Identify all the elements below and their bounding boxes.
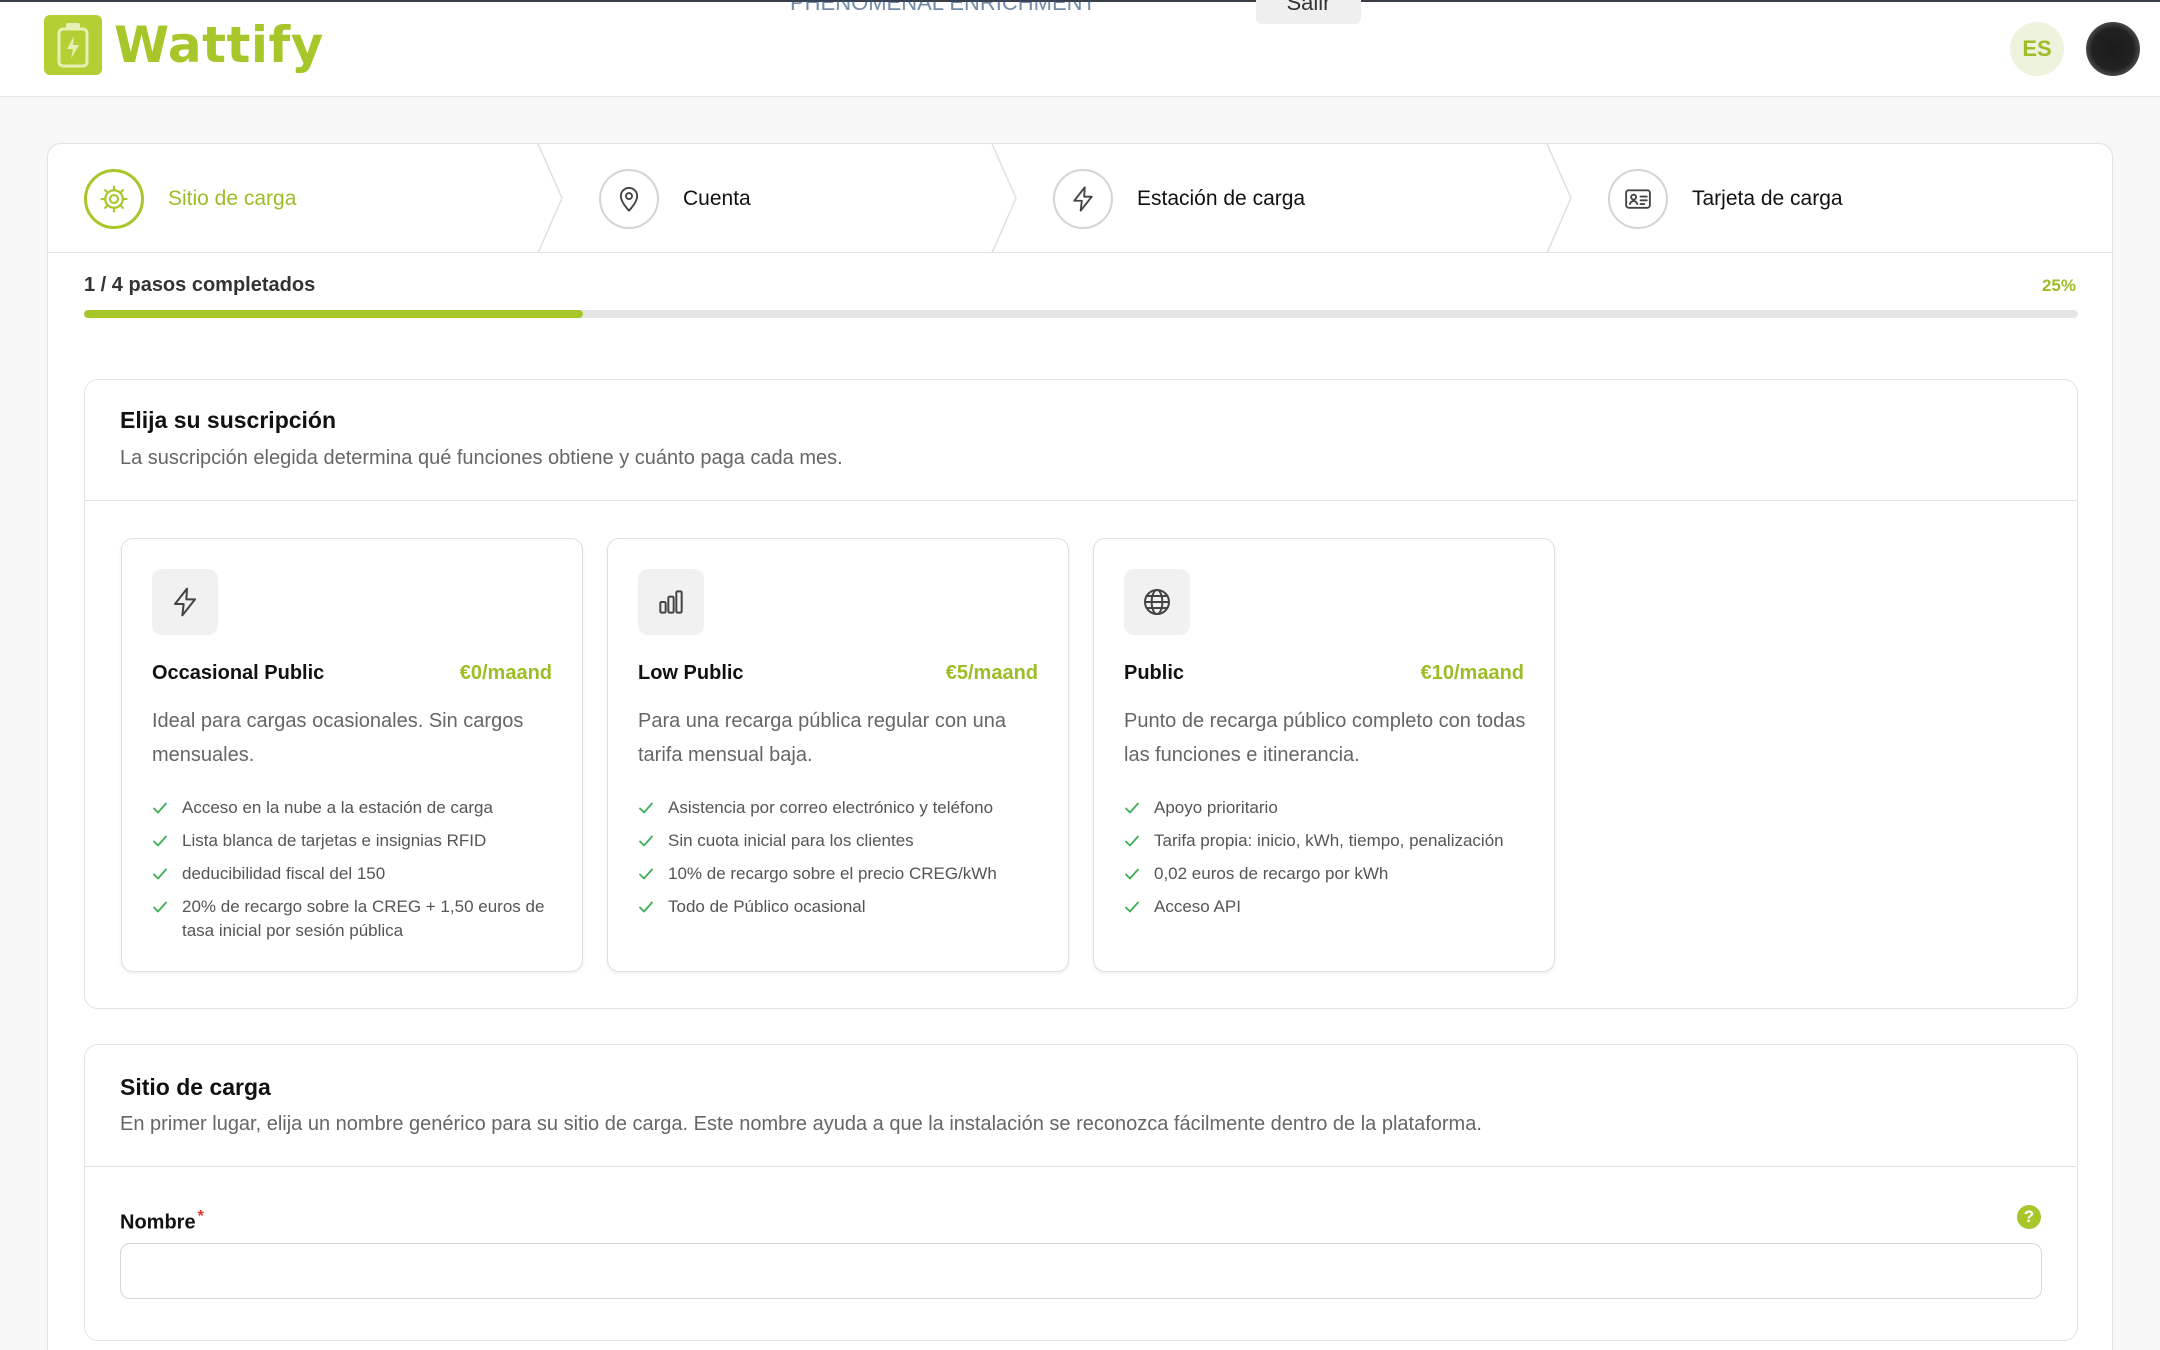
- step-label: Tarjeta de carga: [1692, 186, 1843, 210]
- check-icon: [153, 835, 167, 847]
- feature-text: Acceso API: [1154, 897, 1241, 916]
- step-account[interactable]: Cuenta: [599, 144, 751, 253]
- feature-item: Asistencia por correo electrónico y telé…: [638, 796, 1050, 820]
- feature-text: deducibilidad fiscal del 150: [182, 864, 386, 883]
- step-charging-station[interactable]: Estación de carga: [1053, 144, 1305, 253]
- check-icon: [639, 901, 653, 913]
- feature-text: 0,02 euros de recargo por kWh: [1154, 864, 1389, 883]
- progress-text: 1 / 4 pasos completados: [84, 274, 316, 296]
- step-charging-site[interactable]: Sitio de carga: [84, 144, 296, 253]
- step-label: Estación de carga: [1137, 186, 1306, 210]
- plan-card-occasional-public[interactable]: Occasional Public €0/maand Ideal para ca…: [121, 538, 583, 972]
- name-label-text: Nombre: [120, 1211, 196, 1234]
- progress-percent: 25%: [2041, 276, 2076, 295]
- plan-description: Ideal para cargas ocasionales. Sin cargo…: [152, 710, 524, 766]
- onboarding-card: Sitio de carga Cuenta Estación de carga …: [47, 143, 2113, 1350]
- plan-card-low-public[interactable]: Low Public €5/maand Para una recarga púb…: [607, 538, 1069, 972]
- check-icon: [153, 868, 167, 880]
- check-icon: [1125, 868, 1139, 880]
- feature-item: Todo de Público ocasional: [638, 895, 1050, 919]
- feature-item: Acceso en la nube a la estación de carga: [152, 796, 564, 820]
- section-description: En primer lugar, elija un nombre genéric…: [120, 1113, 1482, 1135]
- plan-features: Asistencia por correo electrónico y telé…: [638, 796, 1050, 928]
- section-title: Elija su suscripción: [120, 407, 337, 433]
- plan-card-public[interactable]: Public €10/maand Punto de recarga públic…: [1093, 538, 1555, 972]
- feature-text: Apoyo prioritario: [1154, 798, 1278, 817]
- check-icon: [153, 901, 167, 913]
- plan-price: €10/maand: [1420, 662, 1524, 684]
- divider: [85, 500, 2077, 501]
- plan-description: Punto de recarga público completo con to…: [1124, 710, 1526, 766]
- language-button[interactable]: ES: [2010, 22, 2064, 76]
- lightning-icon: [1053, 168, 1113, 229]
- feature-text: 20% de recargo sobre la CREG + 1,50 euro…: [182, 897, 545, 940]
- feature-item: Lista blanca de tarjetas e insignias RFI…: [152, 829, 564, 853]
- plan-name: Occasional Public: [152, 662, 325, 684]
- plan-features: Acceso en la nube a la estación de carga…: [152, 796, 564, 952]
- overlay-text: PHENOMENAL ENRICHMENT: [790, 0, 1096, 15]
- step-separator: [1546, 144, 1572, 253]
- check-icon: [639, 835, 653, 847]
- step-charging-card[interactable]: Tarjeta de carga: [1608, 144, 1843, 253]
- required-marker: *: [197, 1208, 204, 1225]
- stepper: Sitio de carga Cuenta Estación de carga …: [48, 144, 2112, 253]
- plan-price: €5/maand: [945, 662, 1038, 684]
- progress-fill: [84, 310, 583, 318]
- feature-text: Lista blanca de tarjetas e insignias RFI…: [182, 831, 487, 850]
- plan-name: Public: [1124, 662, 1185, 684]
- feature-text: Asistencia por correo electrónico y telé…: [668, 798, 994, 817]
- feature-item: Apoyo prioritario: [1124, 796, 1536, 820]
- check-icon: [639, 868, 653, 880]
- check-icon: [1125, 835, 1139, 847]
- feature-item: Tarifa propia: inicio, kWh, tiempo, pena…: [1124, 829, 1536, 853]
- battery-logo-icon: [44, 15, 102, 75]
- feature-text: Tarifa propia: inicio, kWh, tiempo, pena…: [1154, 831, 1504, 850]
- gear-icon: [84, 168, 144, 229]
- feature-item: deducibilidad fiscal del 150: [152, 862, 564, 886]
- check-icon: [639, 802, 653, 814]
- divider: [85, 1166, 2077, 1167]
- section-title: Sitio de carga: [120, 1074, 271, 1100]
- logo-text: Wattify: [114, 16, 324, 74]
- feature-text: Sin cuota inicial para los clientes: [668, 831, 914, 850]
- plan-name: Low Public: [638, 662, 744, 684]
- feature-item: Sin cuota inicial para los clientes: [638, 829, 1050, 853]
- plan-price: €0/maand: [459, 662, 552, 684]
- logo[interactable]: Wattify: [44, 15, 324, 75]
- progress-bar: [84, 310, 2078, 318]
- feature-text: 10% de recargo sobre el precio CREG/kWh: [668, 864, 997, 883]
- step-separator: [537, 144, 563, 253]
- feature-item: 0,02 euros de recargo por kWh: [1124, 862, 1536, 886]
- check-icon: [1125, 802, 1139, 814]
- feature-text: Todo de Público ocasional: [668, 897, 866, 916]
- id-card-icon: [1608, 168, 1668, 229]
- charging-site-section: Sitio de carga En primer lugar, elija un…: [84, 1044, 2078, 1341]
- feature-item: 10% de recargo sobre el precio CREG/kWh: [638, 862, 1050, 886]
- check-icon: [153, 802, 167, 814]
- exit-button[interactable]: Salir: [1256, 0, 1361, 24]
- location-pin-icon: [599, 168, 659, 229]
- feature-item: 20% de recargo sobre la CREG + 1,50 euro…: [152, 895, 564, 943]
- check-icon: [1125, 901, 1139, 913]
- step-label: Cuenta: [683, 186, 751, 210]
- lightning-icon: [152, 569, 218, 635]
- avatar[interactable]: [2086, 22, 2140, 76]
- help-icon[interactable]: ?: [2017, 1205, 2041, 1229]
- section-description: La suscripción elegida determina qué fun…: [120, 447, 843, 469]
- feature-item: Acceso API: [1124, 895, 1536, 919]
- name-field-label: Nombre *: [120, 1208, 204, 1235]
- header: Wattify PHENOMENAL ENRICHMENT Salir ES: [0, 0, 2160, 97]
- step-label: Sitio de carga: [168, 186, 297, 210]
- name-input[interactable]: [120, 1243, 2042, 1299]
- step-separator: [991, 144, 1017, 253]
- bar-chart-icon: [638, 569, 704, 635]
- plan-description: Para una recarga pública regular con una…: [638, 710, 1007, 766]
- plan-features: Apoyo prioritario Tarifa propia: inicio,…: [1124, 796, 1536, 928]
- feature-text: Acceso en la nube a la estación de carga: [182, 798, 493, 817]
- globe-icon: [1124, 569, 1190, 635]
- subscription-section: Elija su suscripción La suscripción eleg…: [84, 379, 2078, 1009]
